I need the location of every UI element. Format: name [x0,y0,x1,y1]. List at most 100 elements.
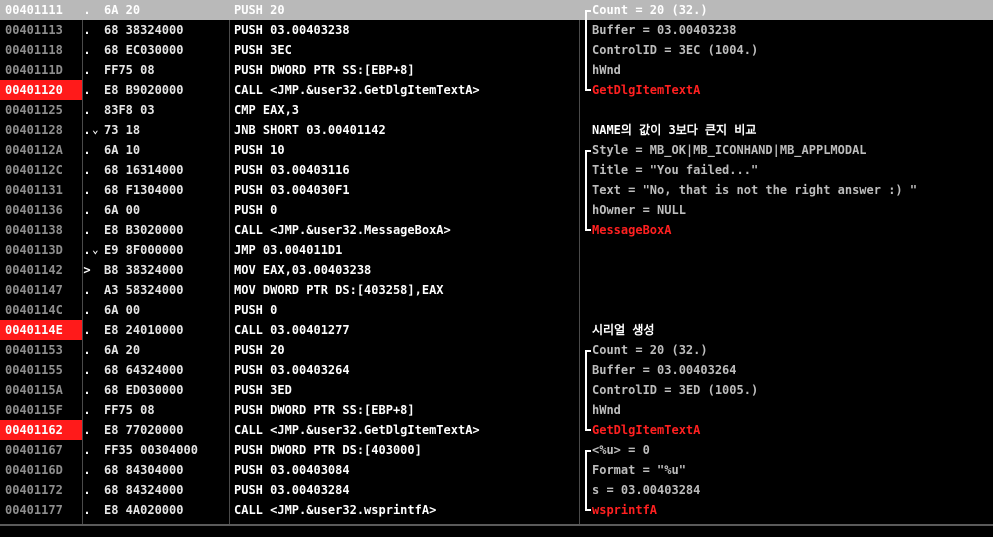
disasm-row[interactable]: 00401120. E8 B9020000 CALL <JMP.&user32.Ge… [0,80,993,100]
comment-cell [592,280,993,300]
disassembly-view[interactable]: 00401111. 6A 20 PUSH 20 Count = 20 (32.) 004… [0,0,993,537]
instruction-cell: CALL <JMP.&user32.MessageBoxA> [234,223,451,237]
address-cell: 0040116D [5,463,63,477]
address-cell: 00401118 [5,43,63,57]
disasm-row[interactable]: 00401138. E8 B3020000 CALL <JMP.&user32.Me… [0,220,993,240]
disasm-row[interactable]: 00401162. E8 77020000 CALL <JMP.&user32.Ge… [0,420,993,440]
flow-marker: . [83,363,91,377]
jump-arrow-icon [92,140,104,160]
hex-bytes-cell: 6A 00 [104,303,141,317]
flow-marker: . [83,383,91,397]
instruction-cell: JMP 03.004011D1 [234,243,343,257]
comment-cell: MessageBoxA [592,223,672,237]
address-cell: 0040113D [5,243,63,257]
instruction-cell: PUSH DWORD PTR SS:[EBP+8] [234,403,415,417]
disasm-row[interactable]: 00401111. 6A 20 PUSH 20 Count = 20 (32.) [0,0,993,20]
hex-bytes-cell: E8 B9020000 [104,83,184,97]
flow-marker: . [83,303,91,317]
jump-arrow-icon [92,500,104,520]
jump-arrow-icon [92,320,104,340]
disasm-row[interactable]: 00401172. 68 84324000 PUSH 03.00403284 s = … [0,480,993,500]
flow-marker: . [83,143,91,157]
instruction-cell: PUSH 0 [234,303,278,317]
jump-arrow-icon [92,420,104,440]
address-cell: 00401113 [5,23,63,37]
flow-marker: > [83,263,91,277]
disasm-row[interactable]: 0040111D. FF75 08 PUSH DWORD PTR SS:[EBP+8… [0,60,993,80]
disasm-row[interactable]: 00401167. FF35 00304000 PUSH DWORD PTR DS:… [0,440,993,460]
instruction-cell: PUSH 03.00403284 [234,483,350,497]
jump-arrow-icon [92,180,104,200]
comment-cell: hWnd [592,403,621,417]
disasm-row[interactable]: 00401155. 68 64324000 PUSH 03.00403264 Buff… [0,360,993,380]
disasm-row[interactable]: 0040116D. 68 84304000 PUSH 03.00403084 Form… [0,460,993,480]
disasm-row[interactable]: 00401153. 6A 20 PUSH 20 Count = 20 (32.) [0,340,993,360]
instruction-cell: CALL <JMP.&user32.GetDlgItemTextA> [234,423,480,437]
flow-marker: . [83,483,91,497]
jump-arrow-icon: ⌄ [92,123,99,136]
flow-marker: . [83,83,91,97]
comment-cell: <%u> = 0 [592,443,650,457]
call-bracket [585,420,591,431]
flow-marker: . [83,463,91,477]
hex-bytes-cell: E8 4A020000 [104,503,184,517]
comment-cell: ControlID = 3ED (1005.) [592,383,759,397]
instruction-cell: MOV EAX,03.00403238 [234,263,372,277]
comment-cell: NAME의 값이 3보다 큰지 비교 [592,123,757,137]
flow-marker: . [83,423,91,437]
disasm-row[interactable]: 0040113D. ⌄ E9 8F000000 JMP 03.004011D1 [0,240,993,260]
disasm-row[interactable]: 00401147. A3 58324000 MOV DWORD PTR DS:[40… [0,280,993,300]
instruction-cell: PUSH 03.00403116 [234,163,350,177]
disasm-row[interactable]: 0040115A. 68 ED030000 PUSH 3ED ControlID = … [0,380,993,400]
jump-arrow-icon [92,160,104,180]
address-cell: 00401138 [5,223,63,237]
jump-arrow-icon [92,340,104,360]
disasm-row[interactable]: 0040114E. E8 24010000 CALL 03.00401277 시리얼 … [0,320,993,340]
hex-bytes-cell: 6A 20 [104,343,141,357]
disasm-row[interactable]: 00401113. 68 38324000 PUSH 03.00403238 Buff… [0,20,993,40]
jump-arrow-icon [92,380,104,400]
comment-cell: wsprintfA [592,503,658,517]
comment-cell: Title = "You failed..." [592,163,759,177]
instruction-cell: PUSH 20 [234,3,285,17]
hex-bytes-cell: E8 77020000 [104,423,184,437]
address-cell: 00401120 [0,80,82,100]
call-bracket [585,450,591,460]
next-pane [0,526,993,537]
address-cell: 00401147 [5,283,63,297]
jump-arrow-icon [92,20,104,40]
disasm-row[interactable]: 0040115F. FF75 08 PUSH DWORD PTR SS:[EBP+8… [0,400,993,420]
address-cell: 00401155 [5,363,63,377]
disasm-row[interactable]: 0040112C. 68 16314000 PUSH 03.00403116 Titl… [0,160,993,180]
disasm-row[interactable]: 00401177. E8 4A020000 CALL <JMP.&user32.ws… [0,500,993,520]
disasm-row[interactable]: 0040112A. 6A 10 PUSH 10 Style = MB_OK|MB_IC… [0,140,993,160]
jump-arrow-icon [92,0,104,20]
disasm-row[interactable]: 00401131. 68 F1304000 PUSH 03.004030F1 Text… [0,180,993,200]
address-cell: 00401142 [5,263,63,277]
comment-cell: Count = 20 (32.) [592,3,708,17]
instruction-cell: PUSH DWORD PTR DS:[403000] [234,443,422,457]
address-cell: 00401167 [5,443,63,457]
call-bracket [585,80,591,91]
call-bracket [585,150,591,160]
jump-arrow-icon: ⌄ [92,243,99,256]
disasm-row[interactable]: 00401142 > B8 38324000 MOV EAX,03.00403238 [0,260,993,280]
jump-arrow-icon [92,360,104,380]
instruction-cell: PUSH 03.00403264 [234,363,350,377]
disasm-row[interactable]: 00401136. 6A 00 PUSH 0 hOwner = NULL [0,200,993,220]
flow-marker: . [83,443,91,457]
address-cell: 0040115F [5,403,63,417]
disasm-row[interactable]: 0040114C. 6A 00 PUSH 0 [0,300,993,320]
disasm-row[interactable]: 00401118. 68 EC030000 PUSH 3EC ControlID = … [0,40,993,60]
disasm-row[interactable]: 00401125. 83F8 03 CMP EAX,3 [0,100,993,120]
flow-marker: . [83,203,91,217]
flow-marker: . [83,223,91,237]
instruction-cell: PUSH 3ED [234,383,292,397]
hex-bytes-cell: 68 38324000 [104,23,184,37]
address-cell: 00401125 [5,103,63,117]
jump-arrow-icon [92,260,104,280]
disasm-row[interactable]: 00401128. ⌄ 73 18 JNB SHORT 03.00401142 NAME… [0,120,993,140]
instruction-cell: PUSH 3EC [234,43,292,57]
flow-marker: . [83,43,91,57]
jump-arrow-icon [92,300,104,320]
